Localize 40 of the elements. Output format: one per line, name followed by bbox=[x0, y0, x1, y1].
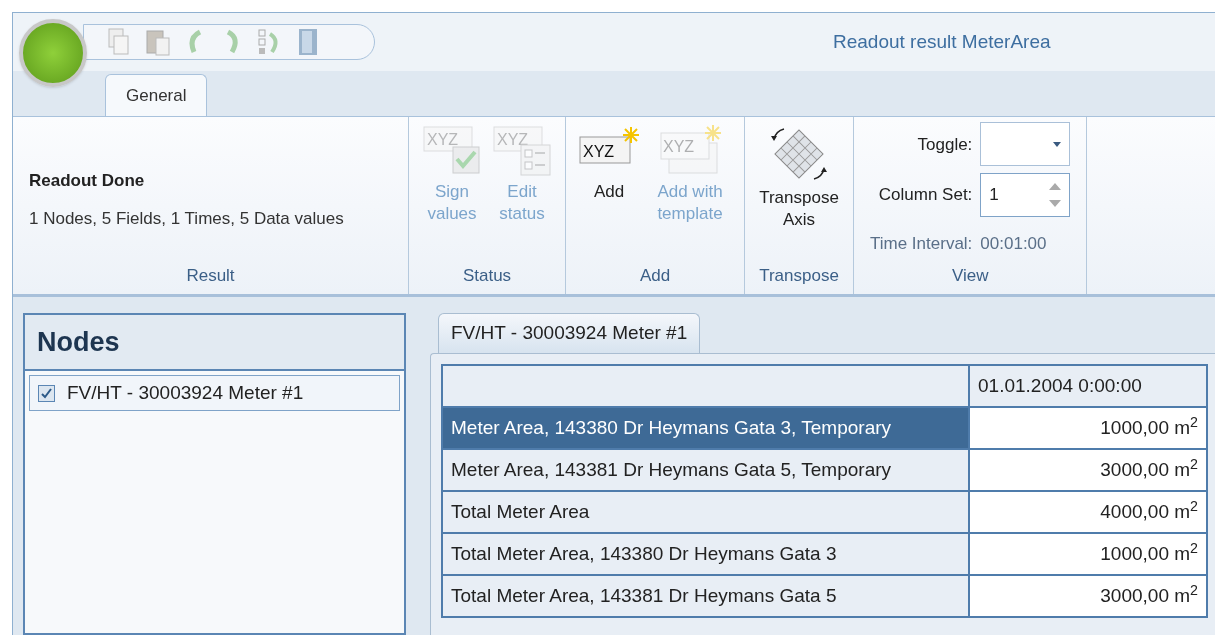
table-cell: 3000,00 m$^{2}$ bbox=[969, 575, 1207, 617]
group-label: Add bbox=[638, 265, 672, 287]
time-interval-label: Time Interval: bbox=[870, 233, 973, 256]
checkmark-icon bbox=[41, 387, 52, 399]
nodes-panel-title: Nodes bbox=[37, 325, 120, 359]
group-label: View bbox=[950, 265, 990, 287]
ribbon-tab[interactable]: General bbox=[105, 74, 208, 116]
table-cell: 1000,00 m$^{2}$ bbox=[969, 407, 1207, 449]
column-set-label: Column Set: bbox=[877, 184, 973, 206]
toggle-dropdown[interactable] bbox=[980, 122, 1071, 167]
node-checkbox[interactable] bbox=[38, 384, 55, 402]
ribbon-button[interactable]: Transpose Axis bbox=[757, 125, 841, 231]
app-logo-icon[interactable] bbox=[19, 19, 87, 87]
table-cell: 3000,00 m$^{2}$ bbox=[969, 449, 1207, 491]
ribbon-button[interactable]: XYZ Add bbox=[578, 125, 640, 203]
readout-status-title: Readout Done bbox=[29, 170, 146, 192]
group-label: Result bbox=[185, 265, 236, 287]
row-header[interactable]: Total Meter Area, 143381 Dr Heymans Gata 5 bbox=[442, 575, 969, 617]
dropdown-arrow-icon bbox=[1053, 141, 1062, 147]
table-cell: 4000,00 m$^{2}$ bbox=[969, 491, 1207, 533]
column-header: 01.01.2004 0:00:00 bbox=[969, 365, 1207, 407]
row-header[interactable]: Meter Area, 143380 Dr Heymans Gata 3, Temporary bbox=[442, 407, 969, 449]
rotate-grid-icon bbox=[770, 125, 828, 183]
window-title: Readout result MeterArea bbox=[833, 29, 1051, 54]
door-exit-icon[interactable] bbox=[298, 28, 318, 56]
toggle-label: Toggle: bbox=[916, 133, 973, 156]
row-header[interactable]: Total Meter Area bbox=[442, 491, 969, 533]
table-cell: 1000,00 m$^{2}$ bbox=[969, 533, 1207, 575]
group-label: Status bbox=[461, 265, 513, 287]
node-list-item[interactable]: FV/HT - 30003924 Meter #1 bbox=[29, 375, 400, 411]
time-interval-value: 00:01:00 bbox=[980, 233, 1048, 256]
node-tab[interactable]: FV/HT - 30003924 Meter #1 bbox=[438, 313, 701, 353]
column-set-spinner[interactable]: 1 bbox=[980, 172, 1071, 217]
row-header[interactable]: Meter Area, 143381 Dr Heymans Gata 5, Temporary bbox=[442, 449, 969, 491]
row-header[interactable]: Total Meter Area, 143380 Dr Heymans Gata 3 bbox=[442, 533, 969, 575]
readout-summary: 1 Nodes, 5 Fields, 1 Times, 5 Data values bbox=[29, 207, 345, 230]
paste-icon[interactable] bbox=[146, 28, 170, 56]
node-label: FV/HT - 30003924 Meter #1 bbox=[67, 380, 304, 405]
group-label: Transpose bbox=[758, 265, 840, 287]
copy-icon[interactable] bbox=[108, 28, 130, 56]
